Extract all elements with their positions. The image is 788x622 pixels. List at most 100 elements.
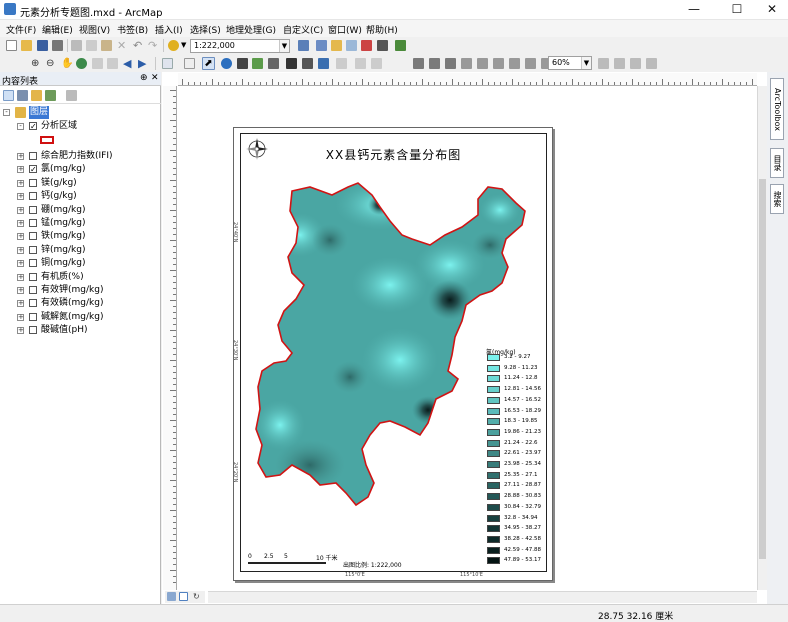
find-binoculars-icon[interactable] (237, 58, 248, 69)
layer-label[interactable]: 锰(mg/kg) (41, 217, 85, 230)
hyperlink-icon[interactable] (286, 58, 297, 69)
undo-icon[interactable]: ↶ (133, 40, 144, 51)
menu-help[interactable]: 帮助(H) (366, 23, 398, 36)
list-by-drawing-order-icon[interactable] (3, 90, 14, 101)
close-panel-icon[interactable]: ✕ (151, 73, 159, 83)
visibility-checkbox[interactable] (29, 299, 37, 308)
visibility-checkbox[interactable] (29, 245, 37, 254)
visibility-checkbox[interactable] (29, 259, 37, 268)
add-data-dropdown-icon[interactable]: ▼ (181, 41, 186, 49)
redo-icon[interactable]: ↷ (148, 40, 159, 51)
full-extent-globe-icon[interactable] (76, 58, 87, 69)
toc-layer-item[interactable]: + 有机质(%) (17, 271, 157, 284)
menu-view[interactable]: 视图(V) (79, 23, 110, 36)
visibility-checkbox[interactable] (29, 205, 37, 214)
toc-layer-item[interactable]: + 有效钾(mg/kg) (17, 284, 157, 297)
copy-icon[interactable] (86, 40, 97, 51)
visibility-checkbox[interactable]: ✓ (29, 122, 37, 131)
list-by-source-icon[interactable] (17, 90, 28, 101)
layer-label[interactable]: 钙(g/kg) (41, 190, 77, 203)
arctoolbox-icon[interactable] (361, 40, 372, 51)
layout-zoom-in-icon[interactable] (413, 58, 424, 69)
layout-tool-icon[interactable] (355, 58, 366, 69)
menu-bookmarks[interactable]: 书签(B) (117, 23, 148, 36)
identify-icon[interactable] (221, 58, 232, 69)
menu-file[interactable]: 文件(F) (6, 23, 36, 36)
visibility-checkbox[interactable] (29, 152, 37, 160)
toc-layer-item[interactable]: + 镁(g/kg) (17, 177, 157, 190)
menu-windows[interactable]: 窗口(W) (328, 23, 362, 36)
north-arrow-icon[interactable] (245, 137, 269, 161)
back-extent-icon[interactable]: ◀ (123, 58, 134, 69)
catalog-icon[interactable] (331, 40, 342, 51)
delete-icon[interactable]: ✕ (117, 40, 128, 51)
menu-customize[interactable]: 自定义(C) (283, 23, 323, 36)
layer-label[interactable]: 有效钾(mg/kg) (41, 284, 103, 297)
expand-icon[interactable]: + (17, 206, 24, 214)
layout-zoom-out-icon[interactable] (429, 58, 440, 69)
toc-options-icon[interactable] (66, 90, 77, 101)
visibility-checkbox[interactable] (29, 312, 37, 321)
toc-layer-item[interactable]: + 锰(mg/kg) (17, 217, 157, 230)
layer-label[interactable]: 有效磷(mg/kg) (41, 297, 103, 310)
zoom-in-icon[interactable]: ⊕ (31, 58, 42, 69)
layout-view-icon[interactable] (179, 592, 188, 601)
collapse-icon[interactable]: - (17, 123, 24, 130)
search-window-icon[interactable] (346, 40, 357, 51)
expand-icon[interactable]: + (17, 233, 24, 241)
layer-label[interactable]: 分析区域 (41, 120, 77, 133)
list-by-visibility-icon[interactable] (31, 90, 42, 101)
list-by-selection-icon[interactable] (45, 90, 56, 101)
menu-selection[interactable]: 选择(S) (190, 23, 221, 36)
toc-layer-item[interactable]: + 酸碱值(pH) (17, 324, 157, 337)
expand-icon[interactable]: + (17, 246, 24, 254)
layer-label[interactable]: 镁(g/kg) (41, 177, 77, 190)
pan-hand-icon[interactable]: ✋ (61, 58, 73, 69)
data-driven-pages-icon[interactable] (646, 58, 657, 69)
zoom-whole-page-icon[interactable] (461, 58, 472, 69)
search-tab[interactable]: 搜索 (770, 184, 784, 214)
layer-label[interactable]: 铁(mg/kg) (41, 230, 85, 243)
toc-layer-item[interactable]: + 锌(mg/kg) (17, 244, 157, 257)
visibility-checkbox[interactable] (29, 326, 37, 335)
clear-selection-icon[interactable] (184, 58, 195, 69)
close-button[interactable]: ✕ (764, 2, 780, 16)
map-title[interactable]: XX县钙元素含量分布图 (240, 146, 547, 163)
fixed-zoom-in-page-icon[interactable] (493, 58, 504, 69)
expand-icon[interactable]: + (17, 153, 24, 160)
editor-toolbar-icon[interactable] (298, 40, 309, 51)
expand-icon[interactable]: + (17, 260, 24, 268)
menu-insert[interactable]: 插入(I) (155, 23, 183, 36)
model-builder-icon[interactable] (395, 40, 406, 51)
refresh-icon[interactable]: ↻ (193, 592, 202, 601)
fixed-zoom-out-icon[interactable] (107, 58, 118, 69)
toc-layer-item[interactable]: + 碱解氮(mg/kg) (17, 311, 157, 324)
expand-icon[interactable]: + (17, 193, 24, 201)
layout-pan-icon[interactable] (445, 58, 456, 69)
minimize-button[interactable]: — (686, 2, 702, 16)
toggle-draft-mode-icon[interactable] (598, 58, 609, 69)
select-elements-arrow-icon[interactable]: ⬈ (202, 57, 215, 70)
python-window-icon[interactable] (377, 40, 388, 51)
menu-edit[interactable]: 编辑(E) (42, 23, 73, 36)
layer-label[interactable]: 综合肥力指数(IFI) (41, 150, 113, 163)
layer-label[interactable]: 氯(mg/kg) (41, 163, 85, 176)
toc-layer-item[interactable]: + 硼(mg/kg) (17, 204, 157, 217)
layout-zoom-combo[interactable]: 60% ▼ (548, 56, 592, 70)
toc-root-label[interactable]: 图层 (29, 106, 50, 119)
arctoolbox-tab[interactable]: ArcToolbox (770, 78, 784, 140)
focus-data-frame-icon[interactable] (614, 58, 625, 69)
table-of-contents-icon[interactable] (316, 40, 327, 51)
print-icon[interactable] (52, 40, 63, 51)
go-to-xy-icon[interactable] (252, 58, 263, 69)
layout-tool-icon[interactable] (371, 58, 382, 69)
pin-icon[interactable]: ⊕ (140, 73, 148, 83)
toc-layer-item[interactable]: + 有效磷(mg/kg) (17, 297, 157, 310)
select-features-icon[interactable] (162, 58, 173, 69)
horizontal-scrollbar[interactable] (208, 591, 757, 603)
fixed-zoom-in-icon[interactable] (92, 58, 103, 69)
cut-icon[interactable] (71, 40, 82, 51)
scale-bar[interactable]: 0 2.5 5 10 千米 (248, 553, 338, 565)
map-scale-combo[interactable]: 1:222,000 ▼ (190, 39, 290, 53)
expand-icon[interactable]: + (17, 300, 24, 308)
